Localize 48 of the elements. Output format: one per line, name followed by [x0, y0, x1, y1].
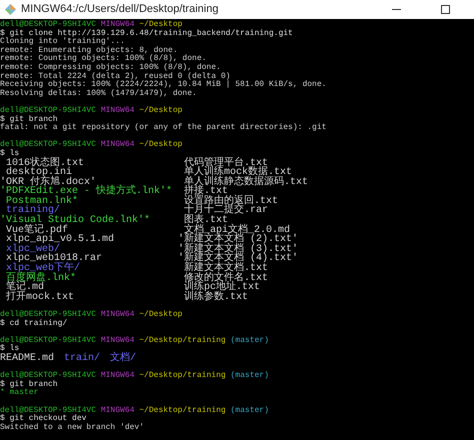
output-line: remote: Total 2224 (delta 2), reused 0 (delta 0)	[0, 72, 230, 81]
prompt-path: ~/Desktop	[139, 141, 182, 150]
file-name: train/	[64, 354, 100, 364]
prompt-user-host: dell@DESKTOP-9SHI4VC	[0, 406, 96, 415]
output-line: Receiving objects: 100% (2224/2224), 10.84 MiB | 581.00 KiB/s, done.	[0, 81, 326, 90]
prompt-path: ~/Desktop	[139, 21, 182, 29]
maximize-icon[interactable]	[441, 5, 450, 14]
prompt-shell: MINGW64	[100, 106, 134, 116]
prompt-path: ~/Desktop/training	[139, 372, 226, 381]
command-line: $ ls	[0, 150, 20, 158]
output-line: Cloning into 'training'...	[0, 38, 125, 46]
command-line: $ git checkout dev	[0, 415, 86, 424]
prompt-shell: MINGW64	[100, 311, 134, 320]
command-line: $ git clone http://139.129.6.48/training_backend/training.git	[0, 30, 293, 38]
output-line: remote: Counting objects: 100% (8/8), done.	[0, 55, 206, 64]
output-line: remote: Enumerating objects: 8, done.	[0, 46, 178, 55]
output-line: fatal: not a git repository (or any of the parent directories): .git	[0, 124, 326, 133]
prompt-user-host: dell@DESKTOP-9SHI4VC	[0, 106, 96, 115]
prompt-path: ~/Desktop	[139, 311, 182, 320]
prompt-user-host: dell@DESKTOP-9SHI4VC	[0, 141, 96, 150]
prompt-shell: MINGW64	[100, 406, 134, 416]
prompt-user-host: dell@DESKTOP-9SHI4VC	[0, 372, 96, 380]
prompt-shell: MINGW64	[100, 336, 134, 346]
prompt-shell: MINGW64	[100, 21, 134, 29]
file-name: xlpc_web/	[5, 244, 60, 255]
command-line: $ git branch	[0, 116, 58, 124]
file-name: 文档/	[110, 354, 136, 364]
branch-line: * master	[0, 388, 38, 398]
output-line: remote: Compressing objects: 100% (8/8), done.	[0, 64, 221, 72]
prompt-user-host: dell@DESKTOP-9SHI4VC	[0, 336, 96, 345]
app-icon	[5, 4, 16, 15]
prompt-branch: (master)	[230, 336, 269, 346]
command-line: $ cd training/	[0, 320, 68, 328]
output-line: Switched to a new branch 'dev'	[0, 424, 144, 432]
prompt-path: ~/Desktop	[139, 106, 182, 116]
prompt-path: ~/Desktop/training	[139, 406, 226, 416]
output-line: Resolving deltas: 100% (1479/1479), done.	[0, 90, 197, 98]
command-line: $ git branch	[0, 380, 58, 389]
file-name: README.md	[0, 354, 54, 364]
prompt-path: ~/Desktop/training	[139, 336, 226, 346]
prompt-user-host: dell@DESKTOP-9SHI4VC	[0, 311, 96, 319]
prompt-branch: (master)	[230, 406, 269, 416]
prompt-shell: MINGW64	[100, 372, 134, 381]
command-line: $ ls	[0, 345, 20, 354]
prompt-user-host: dell@DESKTOP-9SHI4VC	[0, 21, 96, 29]
prompt-shell: MINGW64	[100, 141, 134, 150]
window-title: MINGW64:/c/Users/dell/Desktop/training	[21, 2, 218, 18]
prompt-branch: (master)	[230, 372, 269, 381]
